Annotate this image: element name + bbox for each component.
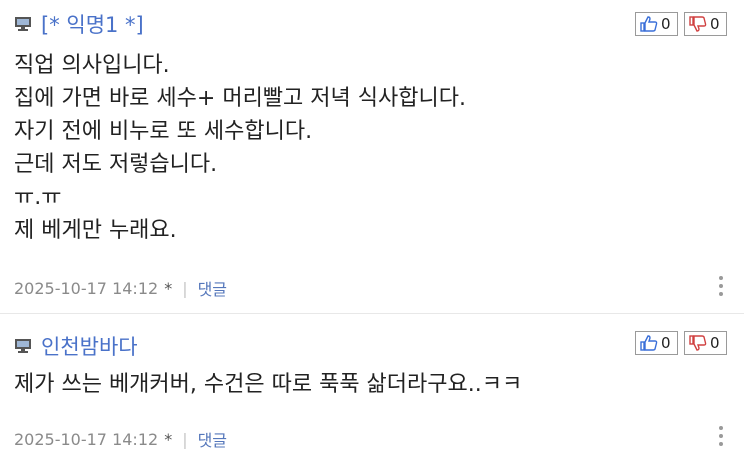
comment-line: 자기 전에 비누로 또 세수합니다. [14, 119, 313, 144]
vote-buttons: 0 0 [635, 12, 727, 36]
comment-line: 제 베게만 누래요. [14, 218, 177, 243]
thumbs-up-icon [640, 335, 658, 351]
comment-body: 제가 쓰는 베개커버, 수건은 따로 푹푹 삶더라구요..ㅋㅋ [14, 368, 522, 401]
reply-link[interactable]: 댓글 [198, 427, 227, 451]
comment-line: 제가 쓰는 베개커버, 수건은 따로 푹푹 삶더라구요..ㅋㅋ [14, 372, 523, 397]
author-name[interactable]: 인천밤바다 [41, 331, 138, 361]
pc-monitor-icon [14, 338, 32, 354]
like-button[interactable]: 0 [635, 12, 678, 36]
ip-mark: * [164, 278, 173, 298]
comment-header: [* 익명1 *] [14, 9, 144, 39]
comment-line: 집에 가면 바로 세수+ 머리빨고 저녁 식사합니다. [14, 86, 466, 111]
comment-divider [0, 313, 744, 314]
meta-separator: | [182, 429, 188, 449]
comment-meta: 2025-10-17 14:12 * | 댓글 [14, 276, 227, 300]
comment-line: 직업 의사입니다. [14, 53, 170, 78]
dislike-count: 0 [710, 15, 720, 33]
dislike-count: 0 [710, 334, 720, 352]
like-button[interactable]: 0 [635, 331, 678, 355]
comment-date: 2025-10-17 14:12 [14, 278, 159, 298]
comment-line: 근데 저도 저렇습니다. [14, 152, 218, 177]
comment-line: ㅠ.ㅠ [14, 185, 62, 210]
vertical-ellipsis-icon[interactable] [717, 426, 725, 446]
ip-mark: * [164, 429, 173, 449]
thumbs-down-icon [689, 335, 707, 351]
vote-buttons: 0 0 [635, 331, 727, 355]
author-name[interactable]: [* 익명1 *] [41, 9, 144, 39]
vertical-ellipsis-icon[interactable] [717, 276, 725, 296]
comment-meta: 2025-10-17 14:12 * | 댓글 [14, 427, 227, 451]
comment-body: 직업 의사입니다. 집에 가면 바로 세수+ 머리빨고 저녁 식사합니다. 자기… [14, 49, 466, 247]
comment-header: 인천밤바다 [14, 331, 138, 361]
pc-monitor-icon [14, 16, 32, 32]
dislike-button[interactable]: 0 [684, 331, 727, 355]
thumbs-up-icon [640, 16, 658, 32]
dislike-button[interactable]: 0 [684, 12, 727, 36]
like-count: 0 [661, 15, 671, 33]
comment-date: 2025-10-17 14:12 [14, 429, 159, 449]
meta-separator: | [182, 278, 188, 298]
thumbs-down-icon [689, 16, 707, 32]
like-count: 0 [661, 334, 671, 352]
reply-link[interactable]: 댓글 [198, 276, 227, 300]
